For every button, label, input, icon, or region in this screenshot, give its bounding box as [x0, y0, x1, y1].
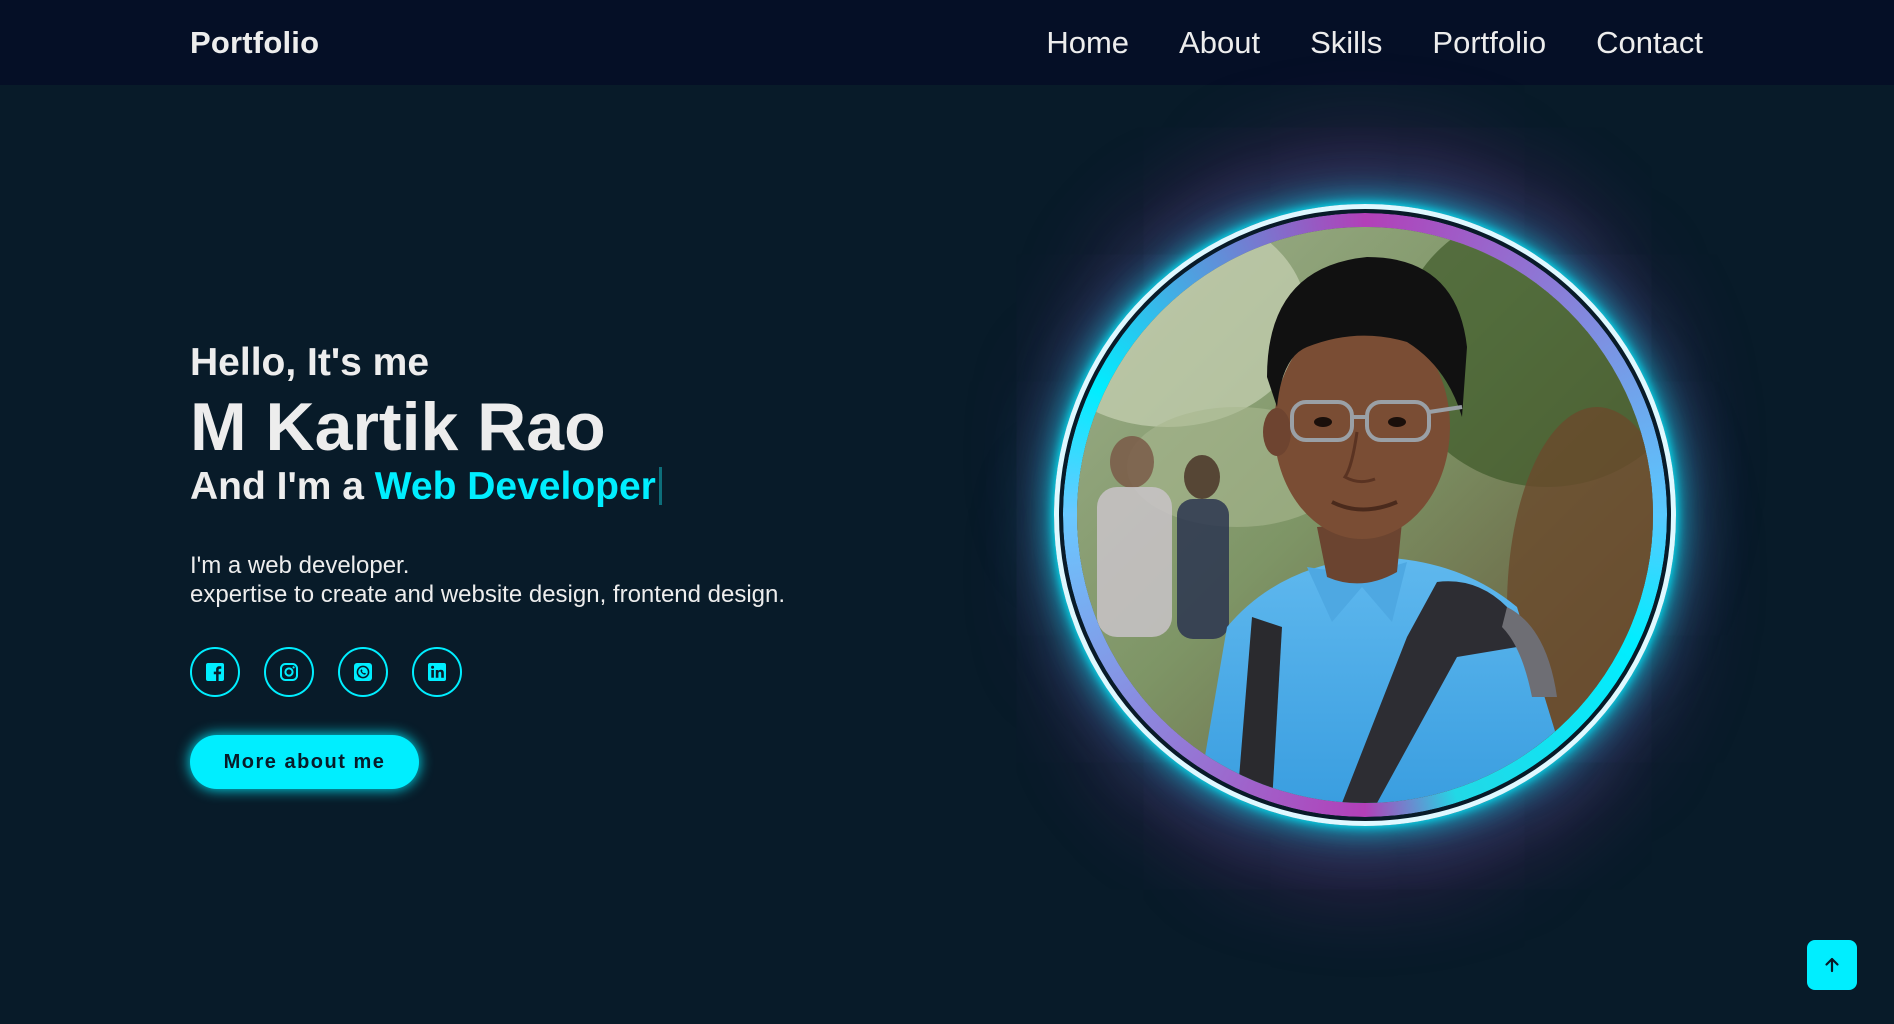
site-header: Portfolio Home About Skills Portfolio Co…: [0, 0, 1894, 85]
whatsapp-link[interactable]: [338, 647, 388, 697]
hero-content: Hello, It's me M Kartik Rao And I'm a We…: [190, 335, 950, 789]
profile-photo: [1077, 227, 1653, 803]
facebook-icon: [206, 663, 224, 681]
nav-portfolio[interactable]: Portfolio: [1432, 25, 1546, 61]
more-about-me-button[interactable]: More about me: [190, 735, 419, 789]
hero-role: And I'm a Web Developer: [190, 463, 950, 511]
description-line: I'm a web developer.: [190, 552, 410, 579]
hero-name: M Kartik Rao: [190, 389, 606, 465]
logo-link[interactable]: Portfolio: [190, 25, 319, 61]
main-nav: Home About Skills Portfolio Contact: [996, 25, 1703, 61]
linkedin-link[interactable]: [412, 647, 462, 697]
back-to-top-button[interactable]: [1807, 940, 1857, 990]
facebook-link[interactable]: [190, 647, 240, 697]
description-line: expertise to create and website design, …: [190, 581, 786, 608]
role-highlight: Web Developer: [374, 465, 656, 508]
profile-image-frame: [1054, 204, 1676, 826]
nav-about[interactable]: About: [1179, 25, 1260, 61]
arrow-up-icon: [1825, 957, 1839, 973]
social-links: [190, 647, 950, 697]
nav-home[interactable]: Home: [1046, 25, 1129, 61]
linkedin-icon: [428, 663, 446, 681]
instagram-link[interactable]: [264, 647, 314, 697]
whatsapp-icon: [354, 663, 372, 681]
nav-contact[interactable]: Contact: [1596, 25, 1703, 61]
typing-cursor: [658, 467, 662, 505]
hero-description: I'm a web developer. expertise to create…: [190, 551, 950, 609]
instagram-icon: [280, 663, 298, 681]
profile-photo-illustration: [1077, 227, 1653, 803]
hero-greeting: Hello, It's me: [190, 341, 430, 384]
nav-skills[interactable]: Skills: [1310, 25, 1382, 61]
role-prefix: And I'm a: [190, 465, 375, 508]
